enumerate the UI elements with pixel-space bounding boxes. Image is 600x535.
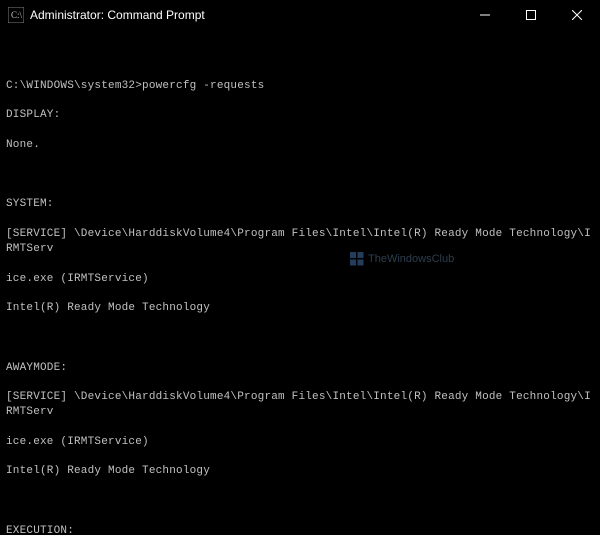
window-controls	[462, 0, 600, 30]
output-line	[6, 331, 594, 346]
output-line	[6, 168, 594, 183]
output-line: [SERVICE] \Device\HarddiskVolume4\Progra…	[6, 227, 594, 257]
svg-text:C:\: C:\	[11, 10, 23, 20]
output-line: ice.exe (IRMTService)	[6, 435, 594, 450]
maximize-button[interactable]	[508, 0, 554, 30]
cmd-icon: C:\	[8, 7, 24, 23]
output-line: None.	[6, 138, 594, 153]
output-line: Intel(R) Ready Mode Technology	[6, 464, 594, 479]
output-line	[6, 49, 594, 64]
close-button[interactable]	[554, 0, 600, 30]
minimize-button[interactable]	[462, 0, 508, 30]
titlebar: C:\ Administrator: Command Prompt	[0, 0, 600, 30]
output-line: Intel(R) Ready Mode Technology	[6, 301, 594, 316]
output-line: [SERVICE] \Device\HarddiskVolume4\Progra…	[6, 390, 594, 420]
output-line: DISPLAY:	[6, 108, 594, 123]
terminal-output[interactable]: C:\WINDOWS\system32>powercfg -requests D…	[0, 30, 600, 535]
output-line: SYSTEM:	[6, 197, 594, 212]
window-title: Administrator: Command Prompt	[30, 8, 462, 22]
output-line: EXECUTION:	[6, 524, 594, 535]
output-line: C:\WINDOWS\system32>powercfg -requests	[6, 79, 594, 94]
output-line	[6, 494, 594, 509]
output-line: AWAYMODE:	[6, 361, 594, 376]
output-line: ice.exe (IRMTService)	[6, 272, 594, 287]
